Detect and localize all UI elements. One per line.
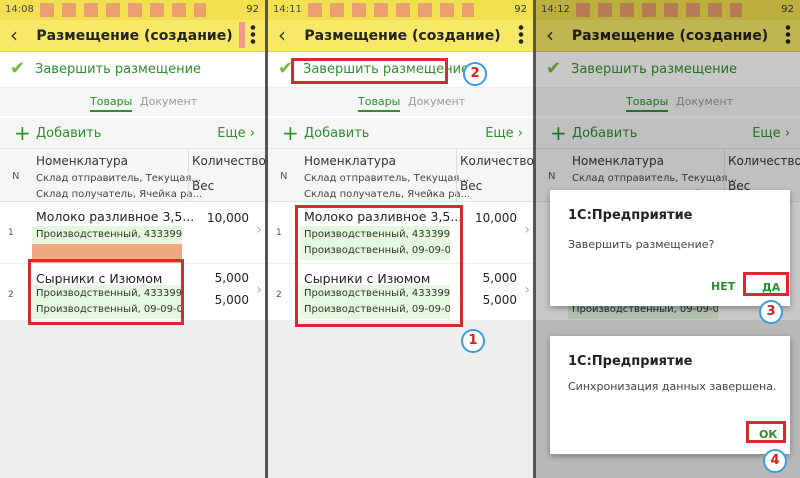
more-label: Еще: [485, 126, 514, 141]
action-bar: ✔ Завершить размещение: [0, 52, 265, 88]
item-quantity: 5,000: [482, 271, 517, 285]
finish-placement-button[interactable]: Завершить размещение: [35, 62, 201, 77]
column-divider: [188, 149, 189, 201]
step-badge: 4: [763, 449, 787, 473]
status-bar: 14:11 92: [268, 0, 533, 20]
chevron-right-icon[interactable]: ›: [524, 222, 530, 238]
tab-document[interactable]: Документ: [408, 95, 465, 108]
tab-document[interactable]: Документ: [140, 95, 197, 108]
col-quantity: Количество: [460, 154, 533, 168]
more-button[interactable]: Еще ›: [217, 126, 255, 141]
col-nomenclature: Номенклатура: [36, 154, 128, 168]
status-bar: 14:08 92: [0, 0, 265, 20]
table-header: N Номенклатура Склад отправитель, Текуща…: [0, 148, 265, 202]
back-arrow-icon[interactable]: ‹: [278, 23, 286, 47]
tab-bar: Товары Документ: [268, 88, 533, 116]
row-number: 1: [276, 228, 282, 238]
tab-bar: Товары Документ: [0, 88, 265, 116]
item-quantity: 5,000: [214, 271, 249, 285]
empty-area: [0, 320, 265, 478]
column-divider: [456, 149, 457, 201]
col-weight: Вес: [460, 179, 483, 193]
item-quantity: 10,000: [475, 211, 517, 225]
tab-goods[interactable]: Товары: [90, 95, 133, 112]
title-bar: ‹ Размещение (создание): [268, 20, 533, 52]
col-quantity: Количество: [192, 154, 265, 168]
table-toolbar: + Добавить Еще ›: [0, 118, 265, 148]
item-weight: 5,000: [214, 293, 249, 307]
dialog-message: Завершить размещение?: [568, 238, 715, 251]
col-weight: Вес: [192, 179, 215, 193]
annotation-stripe: [239, 22, 245, 48]
table-header: N Номенклатура Склад отправитель, Текуща…: [268, 148, 533, 202]
battery-icon: 92: [246, 4, 259, 15]
chevron-right-icon[interactable]: ›: [524, 282, 530, 298]
col-n: N: [12, 171, 20, 182]
table-row[interactable]: 1 Молоко разливное 3,5... Производственн…: [0, 202, 265, 264]
page-title: Размещение (создание): [304, 28, 501, 44]
screen-1: 14:08 92 ‹ Размещение (создание) ✔ Завер…: [0, 0, 265, 478]
row-number: 2: [276, 290, 282, 300]
no-button[interactable]: НЕТ: [711, 280, 735, 293]
screen-2: 14:11 92 ‹ Размещение (создание) ✔ Завер…: [268, 0, 533, 478]
chevron-right-icon[interactable]: ›: [256, 222, 262, 238]
col-receiver: Склад получатель, Ячейка ра...: [304, 189, 471, 200]
notification-icons: [40, 3, 206, 17]
item-weight: 5,000: [482, 293, 517, 307]
screen-3: 14:12 92 ‹ Размещение (создание) ✔ Завер…: [536, 0, 800, 478]
empty-area: [268, 320, 533, 478]
col-sender: Склад отправитель, Текущая...: [304, 173, 469, 184]
more-button[interactable]: Еще ›: [485, 126, 523, 141]
title-bar: ‹ Размещение (создание): [0, 20, 265, 52]
chevron-right-icon[interactable]: ›: [256, 282, 262, 298]
clock: 14:11: [273, 4, 302, 15]
highlight-box: [743, 272, 789, 296]
battery-icon: 92: [514, 4, 527, 15]
tab-goods[interactable]: Товары: [358, 95, 401, 112]
row-number: 2: [8, 290, 14, 300]
col-n: N: [280, 171, 288, 182]
add-button[interactable]: Добавить: [36, 126, 101, 141]
checkmark-icon[interactable]: ✔: [10, 58, 25, 79]
plus-icon[interactable]: +: [282, 121, 299, 145]
dialog-message: Синхронизация данных завершена.: [568, 380, 777, 393]
step-badge: 2: [463, 62, 487, 86]
step-badge: 3: [759, 300, 783, 324]
item-name: Молоко разливное 3,5...: [36, 209, 195, 224]
more-label: Еще: [217, 126, 246, 141]
back-arrow-icon[interactable]: ‹: [10, 23, 18, 47]
col-sender: Склад отправитель, Текущая...: [36, 173, 201, 184]
clock: 14:08: [5, 4, 34, 15]
highlight-box: [295, 205, 463, 327]
plus-icon[interactable]: +: [14, 121, 31, 145]
add-button[interactable]: Добавить: [304, 126, 369, 141]
item-characteristic: Производственный, 43339914: [32, 226, 182, 244]
notification-icons: [308, 3, 474, 17]
highlight-box: [28, 259, 184, 325]
table-toolbar: + Добавить Еще ›: [268, 118, 533, 148]
more-menu-icon[interactable]: [517, 24, 525, 46]
row-number: 1: [8, 228, 14, 238]
highlight-box: [291, 58, 448, 84]
item-quantity: 10,000: [207, 211, 249, 225]
page-title: Размещение (создание): [36, 28, 233, 44]
dialog-title: 1С:Предприятие: [568, 354, 693, 369]
highlight-box: [746, 421, 786, 443]
col-nomenclature: Номенклатура: [304, 154, 396, 168]
step-badge: 1: [461, 329, 485, 353]
dialog-title: 1С:Предприятие: [568, 208, 693, 223]
more-menu-icon[interactable]: [249, 24, 257, 46]
col-receiver: Склад получатель, Ячейка ра...: [36, 189, 203, 200]
